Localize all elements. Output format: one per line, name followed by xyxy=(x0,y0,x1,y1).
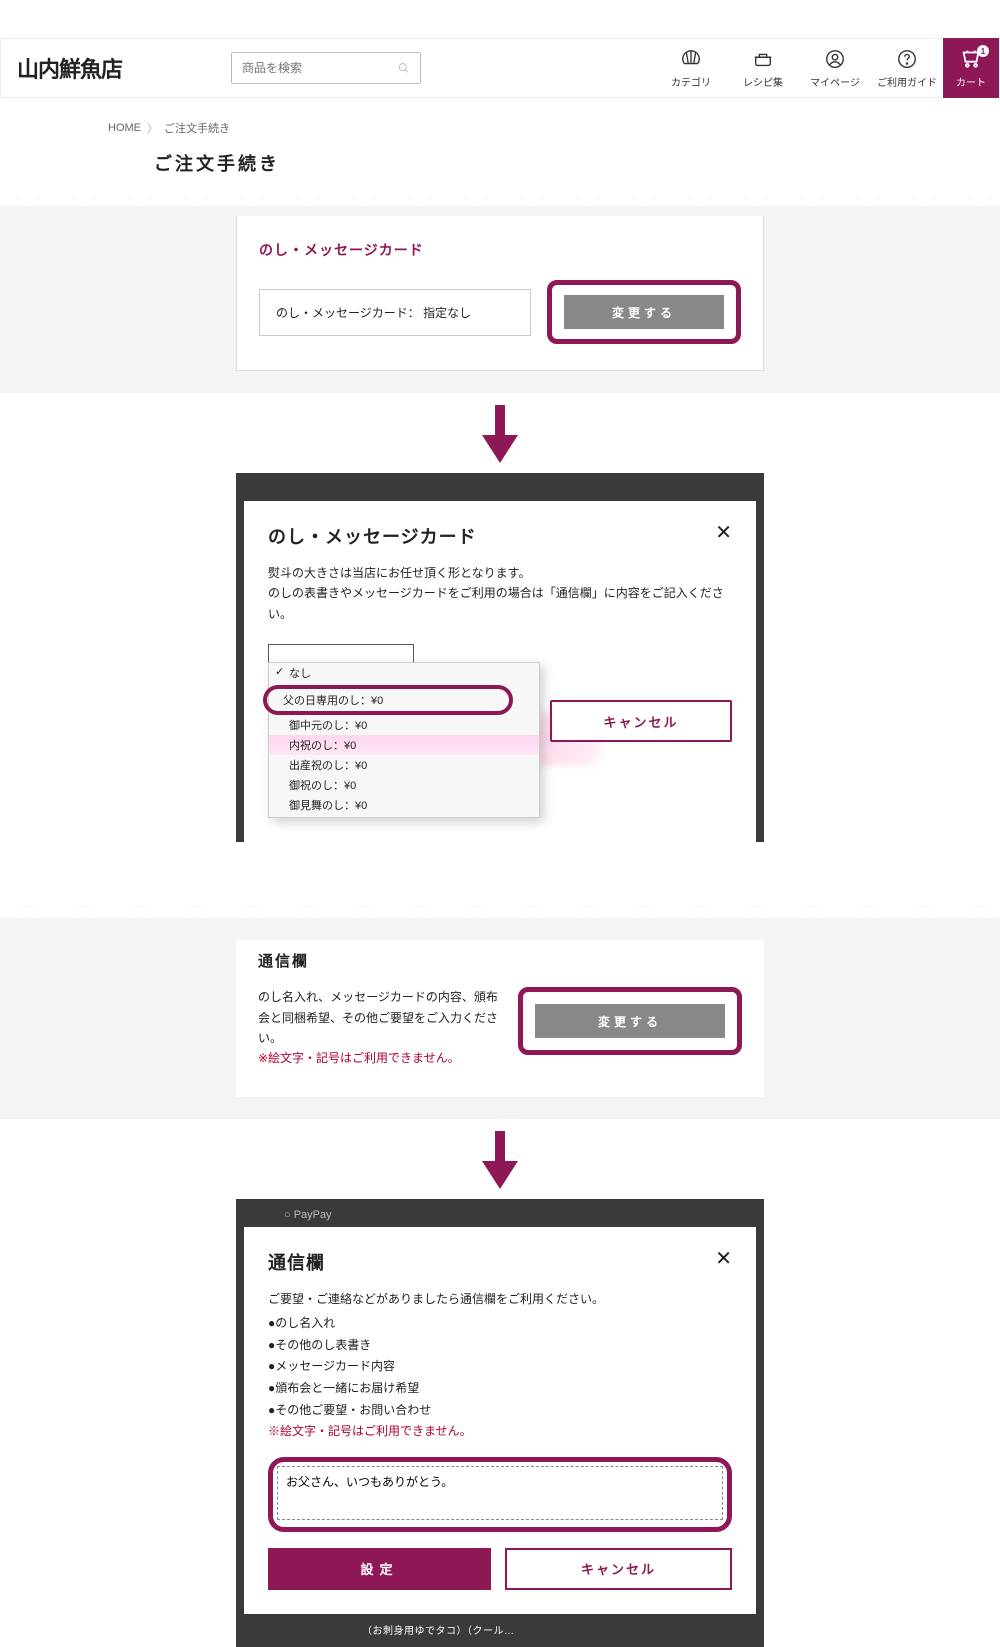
nav-recipe-label: レシピ集 xyxy=(743,74,783,89)
comm-desc: のし名入れ、メッセージカードの内容、頒布会と同梱希望、その他ご要望をご入力くださ… xyxy=(258,990,498,1045)
noshi-option-father[interactable]: 父の日専用のし：¥0 xyxy=(283,695,383,707)
comm-section-title: 通信欄 xyxy=(258,950,742,971)
header-nav: カテゴリ レシピ集 マイページ ご利用ガイド 1 カート xyxy=(655,38,999,98)
nav-category-label: カテゴリ xyxy=(671,74,711,89)
nav-guide[interactable]: ご利用ガイド xyxy=(871,38,943,98)
noshi-dropdown-panel: なし 父の日専用のし：¥0 御中元のし：¥0 内祝のし：¥0 出産祝のし：¥0 … xyxy=(268,662,540,818)
noshi-option-ochugen[interactable]: 御中元のし：¥0 xyxy=(269,715,539,735)
pot-icon xyxy=(752,48,774,70)
noshi-modal-cancel-button[interactable]: キャンセル xyxy=(550,700,732,742)
modal-background-ghost-bottom: （お刺身用ゆでタコ）（クール… xyxy=(244,1614,756,1647)
nav-cart[interactable]: 1 カート xyxy=(943,38,999,98)
nav-category[interactable]: カテゴリ xyxy=(655,38,727,98)
noshi-modal: のし・メッセージカード ✕ 熨斗の大きさは当店にお任せ頂く形となります。 のしの… xyxy=(236,473,764,842)
search-box[interactable] xyxy=(231,52,421,84)
close-icon[interactable]: ✕ xyxy=(715,1249,732,1269)
comm-modal-title: 通信欄 xyxy=(268,1249,732,1275)
noshi-option-omimai[interactable]: 御見舞のし：¥0 xyxy=(269,795,539,815)
help-icon xyxy=(896,48,918,70)
noshi-info-value: 指定なし xyxy=(423,306,471,320)
modal-background-ghost xyxy=(244,481,756,501)
noshi-current-value-box: のし・メッセージカード： 指定なし xyxy=(259,289,531,336)
nav-mypage-label: マイページ xyxy=(810,74,860,89)
noshi-card-panel: のし・メッセージカード のし・メッセージカード： 指定なし 変更する xyxy=(236,216,764,371)
site-header: 山内鮮魚店 カテゴリ レシピ集 マイページ ご利用ガイド 1 カート xyxy=(0,38,1000,98)
comm-modal-warning: ※絵文字・記号はご利用できません。 xyxy=(268,1421,732,1443)
comm-modal-lead: ご要望・ご連絡などがありましたら通信欄をご利用ください。 xyxy=(268,1289,732,1309)
bullet-message-content: ●メッセージカード内容 xyxy=(268,1356,732,1378)
chevron-right-icon: 〉 xyxy=(147,120,158,136)
noshi-option-highlight: 父の日専用のし：¥0 xyxy=(263,685,513,715)
comm-cancel-button[interactable]: キャンセル xyxy=(505,1548,732,1590)
bullet-noshi-other: ●その他のし表書き xyxy=(268,1335,732,1357)
noshi-section-title: のし・メッセージカード xyxy=(259,240,741,260)
crumb-current: ご注文手続き xyxy=(164,120,230,136)
comm-set-button[interactable]: 設定 xyxy=(268,1548,491,1590)
flow-arrow-icon xyxy=(0,1131,1000,1189)
breadcrumb: HOME 〉 ご注文手続き xyxy=(108,120,1000,136)
comm-modal: ○ PayPay 通信欄 ✕ ご要望・ご連絡などがありましたら通信欄をご利用くだ… xyxy=(236,1199,764,1647)
shell-icon xyxy=(680,48,702,70)
crumb-home[interactable]: HOME xyxy=(108,122,141,134)
noshi-option-none[interactable]: なし xyxy=(269,663,539,683)
nav-mypage[interactable]: マイページ xyxy=(799,38,871,98)
comm-modal-bullets: ●のし名入れ ●その他のし表書き ●メッセージカード内容 ●頒布会と一緒にお届け… xyxy=(268,1313,732,1443)
page-title: ご注文手続き xyxy=(154,150,1000,176)
nav-guide-label: ご利用ガイド xyxy=(877,74,937,89)
site-logo[interactable]: 山内鮮魚店 xyxy=(17,52,227,84)
comm-panel: 通信欄 のし名入れ、メッセージカードの内容、頒布会と同梱希望、その他ご要望をご入… xyxy=(236,940,764,1097)
modal-background-paypay: ○ PayPay xyxy=(244,1207,756,1227)
search-input[interactable] xyxy=(242,61,397,75)
close-icon[interactable]: ✕ xyxy=(715,523,732,543)
comm-change-button[interactable]: 変更する xyxy=(535,1004,725,1038)
comm-change-highlight: 変更する xyxy=(518,987,742,1055)
comm-textarea-highlight xyxy=(268,1457,732,1532)
nav-cart-label: カート xyxy=(956,74,986,89)
noshi-info-label: のし・メッセージカード： xyxy=(276,306,420,320)
nav-recipe[interactable]: レシピ集 xyxy=(727,38,799,98)
noshi-change-highlight: 変更する xyxy=(547,280,741,344)
user-icon xyxy=(824,48,846,70)
bullet-other-request: ●その他ご要望・お問い合わせ xyxy=(268,1400,732,1422)
cart-count-badge: 1 xyxy=(977,45,989,57)
noshi-option-shussan[interactable]: 出産祝のし：¥0 xyxy=(269,755,539,775)
comm-textarea[interactable] xyxy=(277,1466,723,1520)
comm-warning: ※絵文字・記号はご利用できません。 xyxy=(258,1051,460,1065)
bullet-hanpukai: ●頒布会と一緒にお届け希望 xyxy=(268,1378,732,1400)
bullet-noshi-name: ●のし名入れ xyxy=(268,1313,732,1335)
search-icon xyxy=(397,60,410,76)
noshi-option-naishuku[interactable]: 内祝のし：¥0 xyxy=(269,735,539,755)
noshi-modal-title: のし・メッセージカード xyxy=(268,523,732,549)
flow-arrow-icon xyxy=(0,405,1000,463)
noshi-option-oshuku[interactable]: 御祝のし：¥0 xyxy=(269,775,539,795)
noshi-select-trigger[interactable] xyxy=(268,644,414,664)
noshi-change-button[interactable]: 変更する xyxy=(564,295,724,329)
noshi-modal-desc: 熨斗の大きさは当店にお任せ頂く形となります。 のしの表書きやメッセージカードをご… xyxy=(268,563,732,624)
